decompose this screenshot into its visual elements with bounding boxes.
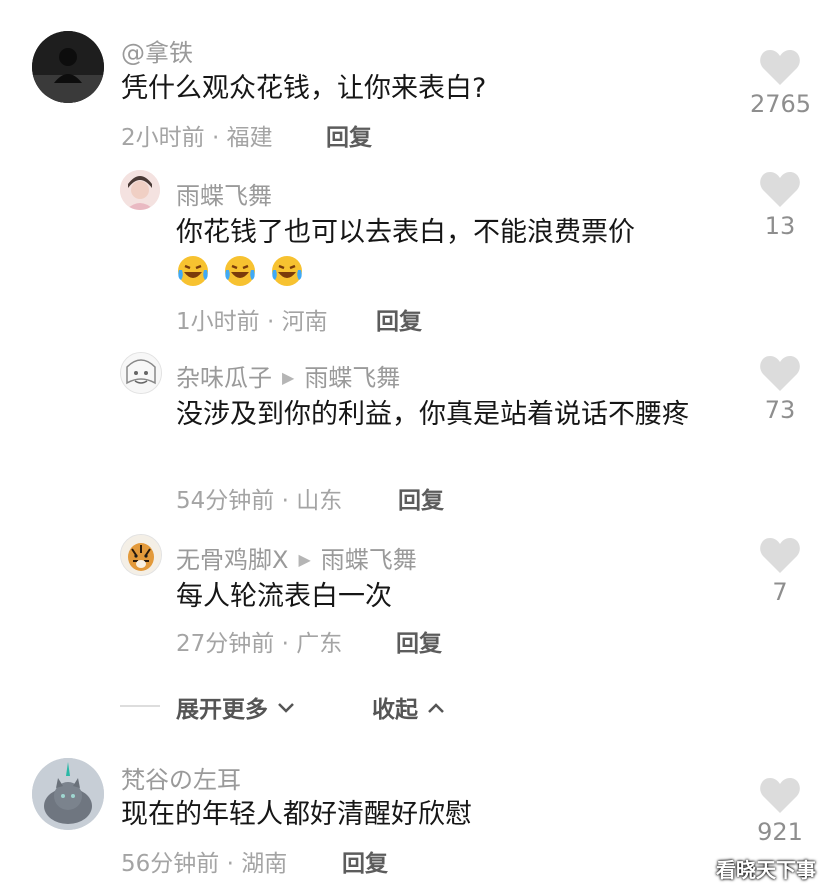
divider — [120, 705, 160, 707]
reply-button[interactable]: 回复 — [342, 844, 388, 878]
username[interactable]: 无骨鸡脚X — [176, 546, 288, 574]
like-count: 921 — [757, 818, 803, 846]
reply-button[interactable]: 回复 — [326, 118, 372, 152]
comment-text: 你花钱了也可以去表白，不能浪费票价 — [176, 217, 635, 248]
heart-icon — [760, 172, 800, 207]
reply-arrow-icon: ▶ — [282, 368, 295, 387]
reply-to-username[interactable]: 雨蝶飞舞 — [321, 546, 417, 574]
comment-text: 每人轮流表白一次 — [176, 581, 392, 612]
watermark: 看晓天下事 — [716, 858, 816, 882]
comment-text: 凭什么观众花钱，让你来表白? — [121, 73, 487, 104]
username[interactable]: @拿铁 — [121, 33, 193, 68]
emoji-row — [176, 254, 312, 292]
chevron-up-icon — [428, 703, 444, 713]
avatar[interactable] — [120, 352, 162, 394]
collapse-button[interactable]: 收起 — [372, 690, 446, 724]
comment-item: 梵谷の左耳 现在的年轻人都好清醒好欣慰 56分钟前 · 湖南 回复 921 — [0, 740, 828, 891]
like-count: 13 — [764, 212, 796, 240]
reply-item: 无骨鸡脚X ▶ 雨蝶飞舞 每人轮流表白一次 27分钟前 · 广东 回复 7 — [0, 520, 828, 670]
expand-more-label: 展开更多 — [176, 697, 268, 723]
like-count: 7 — [772, 578, 788, 606]
username[interactable]: 梵谷の左耳 — [121, 760, 241, 795]
collapse-label: 收起 — [372, 697, 418, 723]
comment-item: @拿铁 凭什么观众花钱，让你来表白? 2小时前 · 福建 回复 2765 — [0, 0, 828, 160]
comment-meta: 27分钟前 · 广东 — [176, 631, 343, 657]
like-button[interactable]: 13 — [750, 170, 810, 240]
laughing-crying-emoji-icon — [178, 256, 208, 286]
like-button[interactable]: 73 — [750, 354, 810, 424]
comment-meta: 2小时前 · 福建 — [121, 125, 273, 151]
laughing-crying-emoji-icon — [225, 256, 256, 286]
avatar[interactable] — [120, 534, 162, 576]
avatar[interactable] — [120, 170, 160, 210]
expand-collapse-row: 展开更多 收起 — [0, 684, 828, 728]
like-count: 2765 — [750, 90, 812, 118]
reply-arrow-icon: ▶ — [298, 550, 311, 569]
comment-meta: 1小时前 · 河南 — [176, 309, 328, 335]
reply-button[interactable]: 回复 — [396, 624, 442, 658]
username[interactable]: 杂味瓜子 — [176, 364, 272, 392]
username-row: 无骨鸡脚X ▶ 雨蝶飞舞 — [176, 540, 417, 575]
username[interactable]: 雨蝶飞舞 — [176, 176, 272, 211]
like-count: 73 — [764, 396, 796, 424]
reply-item: 杂味瓜子 ▶ 雨蝶飞舞 没涉及到你的利益，你真是站着说话不腰疼 54分钟前 · 山东… — [0, 340, 828, 520]
heart-icon — [760, 778, 800, 813]
comment-meta: 54分钟前 · 山东 — [176, 488, 343, 514]
username-row: 杂味瓜子 ▶ 雨蝶飞舞 — [176, 358, 400, 393]
comment-meta: 56分钟前 · 湖南 — [121, 851, 288, 877]
expand-more-button[interactable]: 展开更多 — [176, 690, 296, 724]
laughing-crying-emoji-icon — [272, 256, 303, 286]
reply-item: 雨蝶飞舞 你花钱了也可以去表白，不能浪费票价 1小时前 · 河南 回复 13 — [0, 160, 828, 340]
comment-text: 没涉及到你的利益，你真是站着说话不腰疼 — [176, 399, 689, 430]
comment-list: @拿铁 凭什么观众花钱，让你来表白? 2小时前 · 福建 回复 2765 雨蝶飞… — [0, 0, 828, 891]
avatar[interactable] — [32, 758, 104, 830]
like-button[interactable]: 921 — [750, 776, 810, 846]
chevron-down-icon — [278, 703, 294, 713]
reply-button[interactable]: 回复 — [376, 302, 422, 336]
avatar[interactable] — [32, 31, 104, 103]
reply-to-username[interactable]: 雨蝶飞舞 — [304, 364, 400, 392]
reply-button[interactable]: 回复 — [398, 481, 444, 515]
heart-icon — [760, 538, 800, 573]
like-button[interactable]: 2765 — [750, 48, 812, 118]
comment-text: 现在的年轻人都好清醒好欣慰 — [121, 799, 472, 830]
heart-icon — [760, 356, 800, 391]
like-button[interactable]: 7 — [750, 536, 810, 606]
heart-icon — [760, 50, 800, 85]
